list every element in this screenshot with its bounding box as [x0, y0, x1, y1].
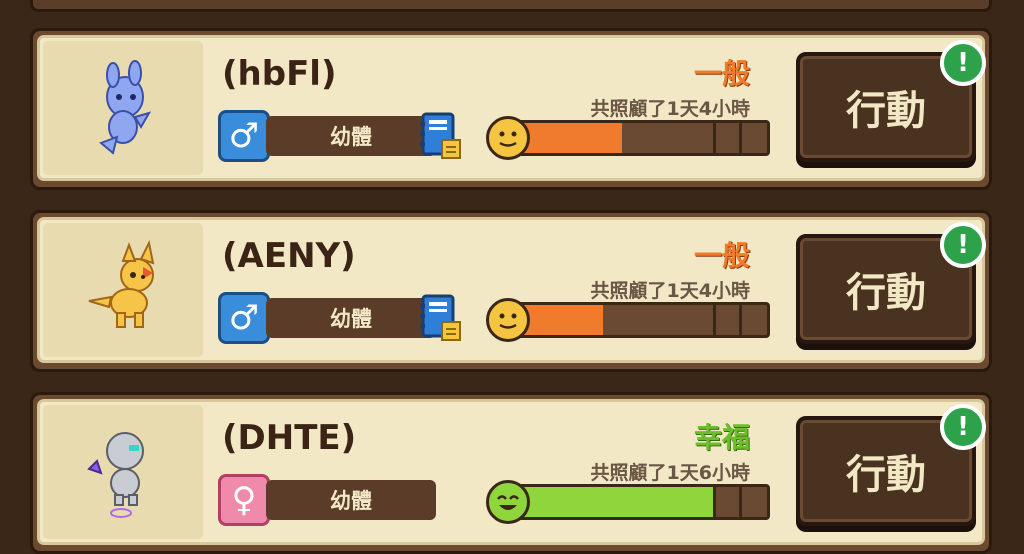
pet-sprite-blue-icon: [99, 60, 152, 155]
growth-stage-label: 幼體: [266, 480, 436, 520]
pet-name: (hbFl): [222, 54, 337, 94]
pet-card-body: (AENY) ♂ 幼體 一般 共照顧了1天4小時 行動 !: [37, 217, 986, 363]
happiness-bar: [500, 484, 770, 520]
previous-card-edge: [30, 0, 992, 12]
bar-segment-divider: [739, 123, 742, 153]
bar-segment-divider: [739, 305, 742, 335]
mood-face-neutral-icon: [486, 116, 530, 160]
diary-book-icon[interactable]: [420, 294, 462, 342]
pet-avatar-panel[interactable]: [43, 405, 203, 539]
gender-badge: ♂: [218, 110, 270, 162]
pet-card-aeny: (AENY) ♂ 幼體 一般 共照顧了1天4小時 行動 !: [30, 210, 992, 372]
alert-exclamation-icon[interactable]: !: [940, 40, 986, 86]
happiness-bar: [500, 302, 770, 338]
pet-card-hbfl: (hbFl) ♂ 幼體 一般 共照顧了1天4小時 行動 !: [30, 28, 992, 190]
bar-segment-divider: [713, 305, 716, 335]
mood-face-happy-icon: [486, 480, 530, 524]
bar-segment-divider: [713, 123, 716, 153]
growth-stage-label: 幼體: [266, 116, 436, 156]
alert-exclamation-icon[interactable]: !: [940, 404, 986, 450]
bar-segment-divider: [713, 487, 716, 517]
diary-book-icon[interactable]: [420, 112, 462, 160]
care-duration: 共照顧了1天6小時: [590, 462, 750, 484]
mood-status: 一般: [693, 239, 750, 272]
pet-name: (DHTE): [222, 418, 357, 458]
bar-segment-divider: [739, 487, 742, 517]
gender-badge: ♂: [218, 292, 270, 344]
care-duration: 共照顧了1天4小時: [590, 280, 750, 302]
pet-sprite-yellow-icon: [88, 239, 155, 328]
growth-stage-label: 幼體: [266, 298, 436, 338]
care-duration: 共照顧了1天4小時: [590, 98, 750, 120]
happiness-bar: [500, 120, 770, 156]
pet-avatar-panel[interactable]: [43, 223, 203, 357]
pet-avatar-panel[interactable]: [43, 41, 203, 175]
mood-face-neutral-icon: [486, 298, 530, 342]
pet-card-body: (hbFl) ♂ 幼體 一般 共照顧了1天4小時 行動 !: [37, 35, 986, 181]
pet-name: (AENY): [222, 236, 356, 276]
alert-exclamation-icon[interactable]: !: [940, 222, 986, 268]
female-icon: ♀: [231, 480, 257, 520]
male-icon: ♂: [228, 298, 260, 338]
mood-status: 幸福: [693, 421, 750, 454]
happiness-fill: [503, 487, 715, 517]
male-icon: ♂: [228, 116, 260, 156]
mood-status: 一般: [693, 57, 750, 90]
pet-sprite-grey-icon: [87, 432, 144, 518]
pet-card-body: (DHTE) ♀ 幼體 幸福 共照顧了1天6小時 行動 !: [37, 399, 986, 545]
gender-badge: ♀: [218, 474, 270, 526]
pet-card-dhte: (DHTE) ♀ 幼體 幸福 共照顧了1天6小時 行動 !: [30, 392, 992, 554]
